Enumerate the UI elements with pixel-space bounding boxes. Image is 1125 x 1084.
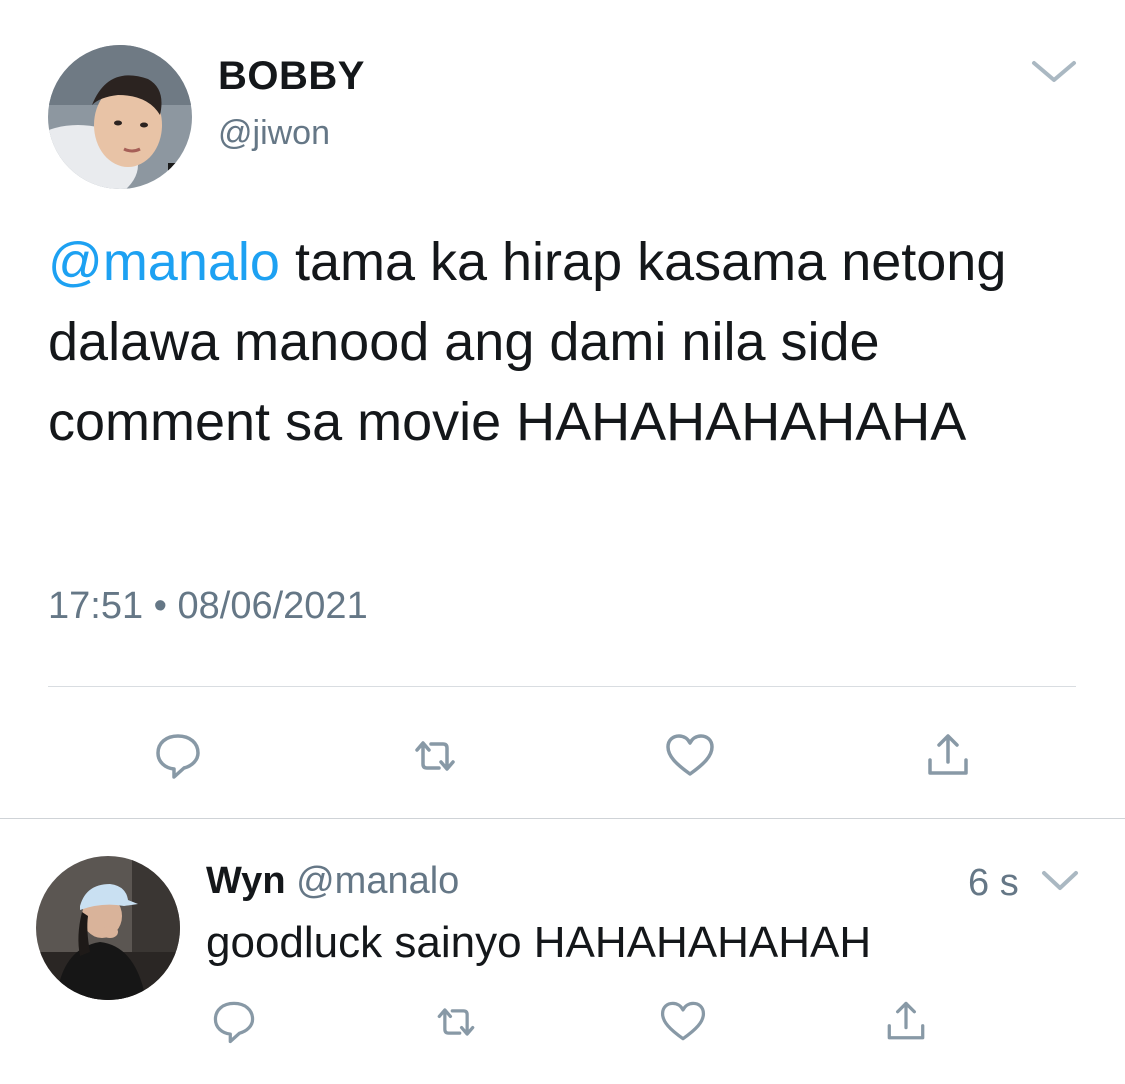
avatar-bobby[interactable]	[48, 45, 192, 189]
reply-retweet-button[interactable]	[428, 994, 484, 1050]
avatar-image	[48, 45, 192, 189]
divider	[48, 686, 1076, 687]
like-button[interactable]	[660, 726, 720, 786]
reply-header: Wyn @manalo	[206, 860, 459, 903]
section-divider	[0, 818, 1125, 819]
share-icon	[928, 734, 968, 775]
tweet-timestamp: 17:51 • 08/06/2021	[48, 585, 368, 628]
reply-icon	[156, 734, 200, 779]
display-name[interactable]: BOBBY	[218, 54, 365, 99]
retweet-button[interactable]	[405, 726, 465, 786]
timestamp-separator: •	[143, 585, 178, 627]
chevron-down-icon[interactable]	[1030, 58, 1078, 86]
reply-like-button[interactable]	[655, 994, 711, 1050]
reply-display-name[interactable]: Wyn	[206, 860, 286, 902]
chevron-down-icon[interactable]	[1040, 868, 1080, 894]
reply-text: goodluck sainyo HAHAHAHAHAH	[206, 918, 872, 967]
tweet-text: @manalo tama ka hirap kasama netong dala…	[48, 222, 1088, 462]
reply-reply-button[interactable]	[206, 994, 262, 1050]
reply-share-button[interactable]	[878, 994, 934, 1050]
retweet-icon	[437, 1008, 475, 1036]
reply-age: 6 s	[968, 862, 1019, 904]
tweet-date: 08/06/2021	[177, 585, 368, 627]
avatar-image	[36, 856, 180, 1000]
like-icon	[660, 1001, 706, 1041]
mention-link[interactable]: @manalo	[48, 232, 280, 292]
reply-button[interactable]	[148, 726, 208, 786]
reply-user-handle[interactable]: @manalo	[296, 860, 459, 902]
like-icon	[666, 734, 714, 776]
user-handle[interactable]: @jiwon	[218, 114, 330, 153]
tweet-time: 17:51	[48, 585, 144, 627]
share-icon	[887, 1001, 925, 1040]
retweet-icon	[415, 741, 455, 771]
reply-icon	[213, 1001, 255, 1044]
avatar-wyn[interactable]	[36, 856, 180, 1000]
share-button[interactable]	[918, 726, 978, 786]
